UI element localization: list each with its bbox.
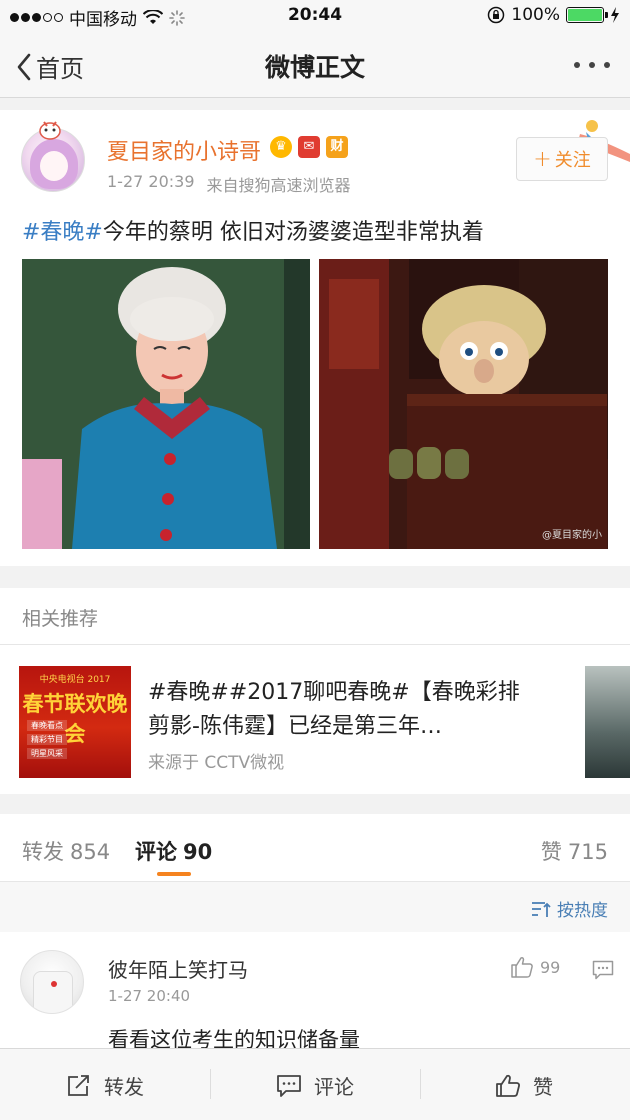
commenter-name[interactable]: 彼年陌上笑打马 xyxy=(108,954,248,983)
tab-comment[interactable]: 评论 90 xyxy=(135,836,212,866)
comment-like-button[interactable]: 99 xyxy=(510,956,560,978)
tab-like[interactable]: 赞 715 xyxy=(541,836,608,866)
tab-like-count: 715 xyxy=(567,840,608,864)
orientation-lock-icon xyxy=(488,6,505,24)
follow-button[interactable]: + 关注 xyxy=(516,137,608,181)
red-envelope-icon[interactable]: ✉ xyxy=(298,136,320,158)
battery-icon xyxy=(566,7,608,23)
related-header: 相关推荐 xyxy=(22,608,99,630)
tab-repost[interactable]: 转发 854 xyxy=(22,836,110,866)
reply-icon[interactable] xyxy=(592,960,614,980)
thumbs-up-icon xyxy=(511,956,533,978)
post-body: 今年的蔡明 依旧对汤婆婆造型非常执着 xyxy=(102,220,484,245)
sort-by-hot-button[interactable]: 按热度 xyxy=(531,896,608,921)
thumbs-up-icon xyxy=(496,1074,520,1097)
page-title: 微博正文 xyxy=(264,53,365,82)
divider xyxy=(0,644,630,645)
tab-like-label: 赞 xyxy=(540,840,562,864)
tab-comment-label: 评论 xyxy=(135,840,177,864)
post-meta: 1-27 20:39 来自搜狗高速浏览器 xyxy=(107,172,351,196)
divider xyxy=(420,1069,421,1099)
comment-icon xyxy=(277,1074,301,1097)
tab-repost-label: 转发 xyxy=(22,840,64,864)
commenter-avatar[interactable] xyxy=(20,950,84,1014)
post-time: 1-27 20:39 xyxy=(107,172,195,191)
woman-portrait-image xyxy=(22,259,310,549)
vip-crown-icon[interactable]: ♛ xyxy=(270,136,292,158)
post-text: #春晚#今年的蔡明 依旧对汤婆婆造型非常执着 xyxy=(22,214,484,246)
like-label: 赞 xyxy=(533,1075,553,1099)
related-next-thumbnail[interactable] xyxy=(585,666,630,778)
plus-icon: + xyxy=(533,146,552,172)
repost-button[interactable]: 转发 xyxy=(66,1071,144,1100)
image-watermark: @夏目家的小 xyxy=(542,530,602,541)
wealth-badge[interactable]: 财 xyxy=(326,136,348,158)
follow-label: 关注 xyxy=(554,150,591,171)
status-right: 100% xyxy=(487,5,620,25)
interaction-tabs: 转发 854 评论 90 赞 715 xyxy=(0,814,630,882)
thumb-top-text: 中央电视台 2017 xyxy=(39,675,111,685)
charging-icon xyxy=(611,7,619,23)
repost-label: 转发 xyxy=(104,1075,144,1099)
author-name[interactable]: 夏目家的小诗哥 xyxy=(107,134,261,166)
related-source: 来源于 CCTV微视 xyxy=(148,753,285,773)
repost-icon xyxy=(68,1074,89,1096)
tab-comment-count: 90 xyxy=(183,840,213,864)
divider xyxy=(210,1069,211,1099)
comment-item: 彼年陌上笑打马 1-27 20:40 看看这位考生的知识储备量 99 xyxy=(0,932,630,1052)
tab-repost-count: 854 xyxy=(70,840,111,864)
comment-label: 评论 xyxy=(314,1075,354,1099)
post-image-2[interactable]: @夏目家的小 xyxy=(319,259,608,549)
more-options-icon[interactable] xyxy=(574,62,610,68)
status-bar: 中国移动 20:44 100% xyxy=(0,0,630,32)
related-section: 相关推荐 中央电视台 2017 春节联欢晚会 春晚看点 精彩节目 明星风采 #春… xyxy=(0,588,630,794)
thumb-item: 春晚看点 xyxy=(27,720,67,731)
related-title[interactable]: #春晚##2017聊吧春晚#【春晚彩排剪影-陈伟霆】已经是第三年… xyxy=(148,676,528,744)
sort-bar: 按热度 xyxy=(0,882,630,932)
comment-button[interactable]: 评论 xyxy=(276,1071,354,1100)
thumb-items: 春晚看点 精彩节目 明星风采 xyxy=(27,720,67,759)
post-image-1[interactable] xyxy=(22,259,310,549)
sort-label: 按热度 xyxy=(557,901,608,921)
like-button[interactable]: 赞 xyxy=(495,1071,553,1100)
thumb-item: 明星风采 xyxy=(27,748,67,759)
battery-percent: 100% xyxy=(511,5,560,25)
thumb-item: 精彩节目 xyxy=(27,734,67,745)
avatar-mascot-icon xyxy=(39,121,61,140)
yubaba-still-image xyxy=(319,259,608,549)
active-tab-indicator xyxy=(157,872,191,876)
weibo-post: 夏目家的小诗哥 ♛ ✉ 财 1-27 20:39 来自搜狗高速浏览器 + 关注 … xyxy=(0,110,630,566)
comment-like-count: 99 xyxy=(540,957,561,977)
navigation-bar: 首页 微博正文 xyxy=(0,32,630,98)
post-source: 来自搜狗高速浏览器 xyxy=(206,176,351,195)
bottom-action-bar: 转发 评论 赞 xyxy=(0,1048,630,1120)
related-thumbnail[interactable]: 中央电视台 2017 春节联欢晚会 春晚看点 精彩节目 明星风采 xyxy=(19,666,131,778)
author-badges: ♛ ✉ 财 xyxy=(270,136,348,158)
hashtag-link[interactable]: #春晚# xyxy=(22,220,103,245)
comment-time: 1-27 20:40 xyxy=(108,987,191,1005)
sort-icon xyxy=(532,901,551,917)
